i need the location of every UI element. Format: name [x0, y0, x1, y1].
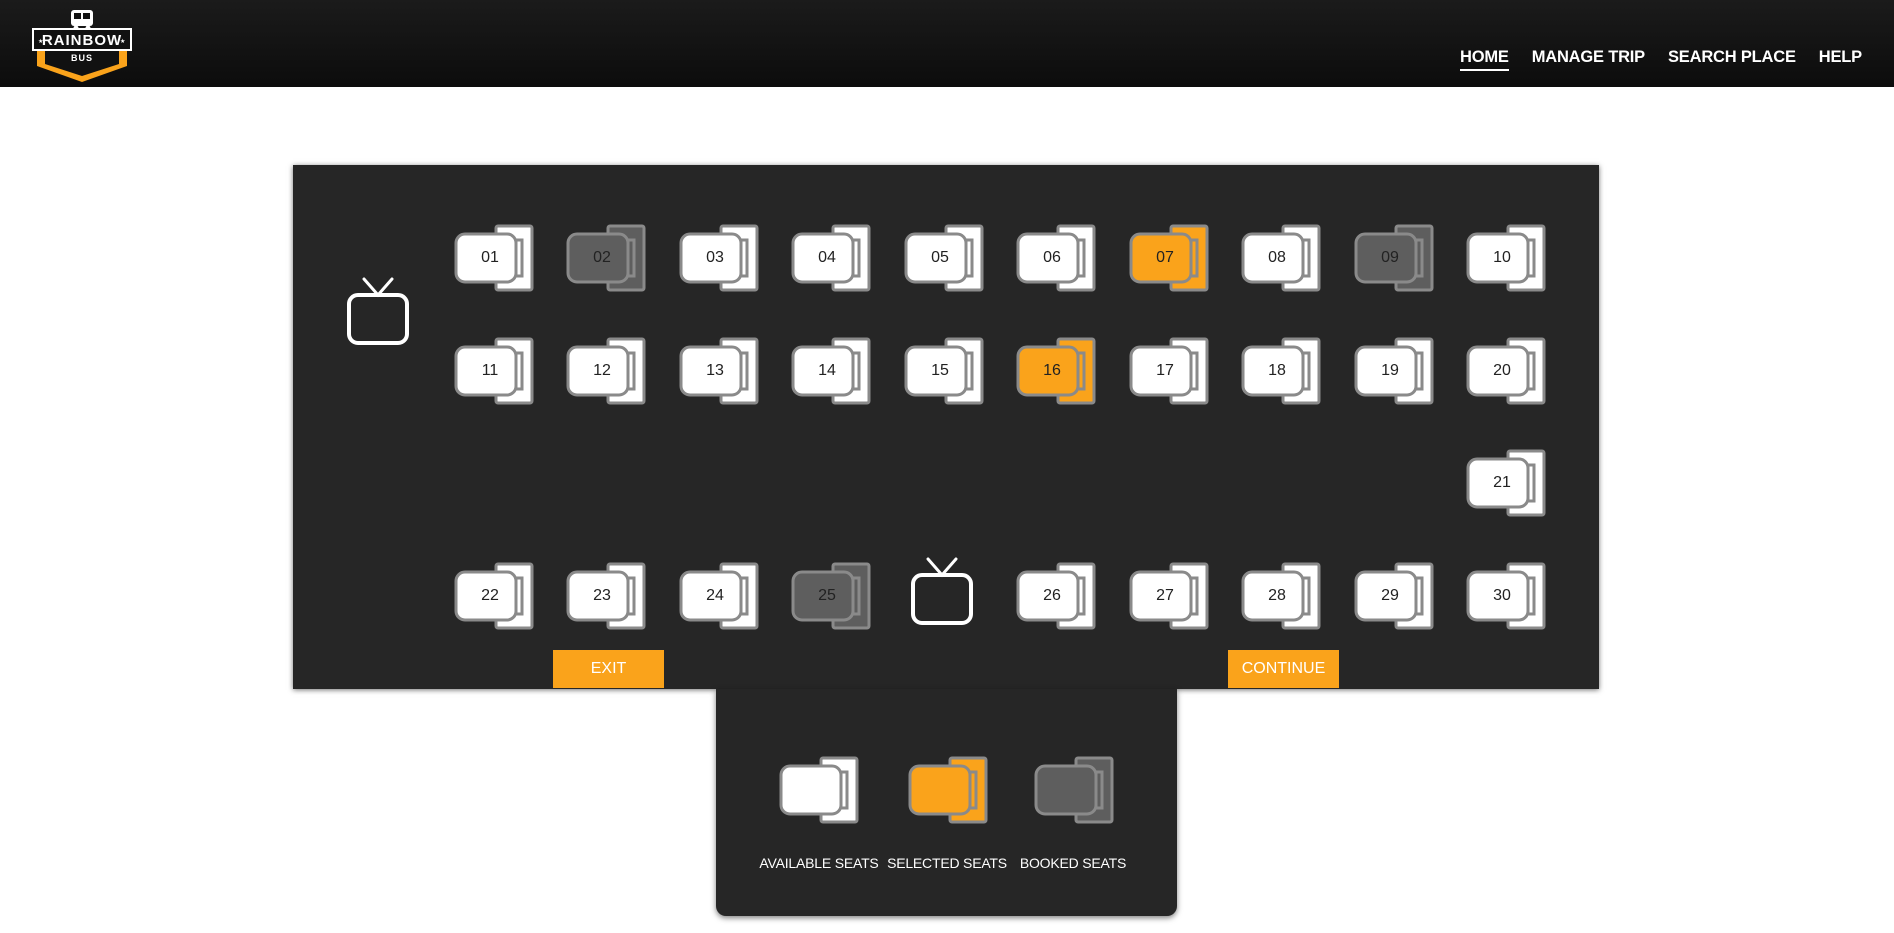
seat-number: 24 — [706, 587, 724, 604]
legend-booked-label: BOOKED SEATS — [1019, 855, 1127, 871]
seat-10[interactable]: 10 — [1466, 224, 1546, 292]
logo-brand-sub: BUS — [71, 53, 93, 63]
seat-number: 21 — [1493, 474, 1511, 491]
seat-13[interactable]: 13 — [679, 337, 759, 405]
bus-seat-map: 01 02 03 04 05 06 07 08 09 10 11 12 13 1… — [293, 165, 1599, 689]
seat-14[interactable]: 14 — [791, 337, 871, 405]
seat-02[interactable]: 02 — [566, 224, 646, 292]
nav-help[interactable]: HELP — [1819, 48, 1862, 71]
seat-number: 28 — [1268, 587, 1286, 604]
legend-booked-seat-icon — [1034, 756, 1114, 824]
seat-legend: AVAILABLE SEATS SELECTED SEATS BOOKED SE… — [716, 689, 1177, 916]
logo-brand-name: RAINBOW — [42, 32, 122, 49]
seat-icon — [1034, 756, 1114, 824]
nav-home[interactable]: HOME — [1459, 48, 1509, 71]
seat-18[interactable]: 18 — [1241, 337, 1321, 405]
seat-21[interactable]: 21 — [1466, 449, 1546, 517]
bus-icon — [71, 10, 93, 31]
seat-07[interactable]: 07 — [1129, 224, 1209, 292]
seat-12[interactable]: 12 — [566, 337, 646, 405]
tv-icon — [346, 275, 410, 347]
seat-16[interactable]: 16 — [1016, 337, 1096, 405]
seat-number: 23 — [593, 587, 611, 604]
rainbow-bus-logo[interactable]: RAINBOW BUS ★ ★ — [31, 8, 133, 84]
seat-number: 05 — [931, 249, 949, 266]
seat-number: 30 — [1493, 587, 1511, 604]
seat-19[interactable]: 19 — [1354, 337, 1434, 405]
seat-number: 08 — [1268, 249, 1286, 266]
seat-06[interactable]: 06 — [1016, 224, 1096, 292]
seat-number: 22 — [481, 587, 499, 604]
nav-search-place[interactable]: SEARCH PLACE — [1668, 48, 1796, 71]
seat-22[interactable]: 22 — [454, 562, 534, 630]
seat-number: 06 — [1043, 249, 1061, 266]
seat-icon — [908, 756, 988, 824]
seat-number: 11 — [481, 362, 499, 379]
seat-number: 19 — [1381, 362, 1399, 379]
seat-26[interactable]: 26 — [1016, 562, 1096, 630]
seat-08[interactable]: 08 — [1241, 224, 1321, 292]
continue-button[interactable]: CONTINUE — [1228, 650, 1339, 688]
seat-number: 13 — [706, 362, 724, 379]
seat-17[interactable]: 17 — [1129, 337, 1209, 405]
seat-24[interactable]: 24 — [679, 562, 759, 630]
seat-23[interactable]: 23 — [566, 562, 646, 630]
nav-manage-trip[interactable]: MANAGE TRIP — [1532, 48, 1646, 71]
site-header: RAINBOW BUS ★ ★ HOME MANAGE TRIP SEARCH … — [0, 0, 1894, 87]
seat-20[interactable]: 20 — [1466, 337, 1546, 405]
seat-number: 12 — [593, 362, 611, 379]
seat-number: 16 — [1043, 362, 1061, 379]
seat-number: 09 — [1381, 249, 1399, 266]
seat-01[interactable]: 01 — [454, 224, 534, 292]
seat-05[interactable]: 05 — [904, 224, 984, 292]
seat-30[interactable]: 30 — [1466, 562, 1546, 630]
tv-icon — [910, 555, 974, 627]
seat-09[interactable]: 09 — [1354, 224, 1434, 292]
seat-25[interactable]: 25 — [791, 562, 871, 630]
seat-03[interactable]: 03 — [679, 224, 759, 292]
seat-icon — [779, 756, 859, 824]
svg-text:★: ★ — [120, 38, 125, 45]
exit-button[interactable]: EXIT — [553, 650, 664, 688]
seat-number: 04 — [818, 249, 836, 266]
legend-available-label: AVAILABLE SEATS — [759, 855, 879, 871]
seat-number: 17 — [1156, 362, 1174, 379]
svg-text:★: ★ — [38, 38, 43, 45]
legend-selected-label: SELECTED SEATS — [887, 855, 1007, 871]
seat-number: 29 — [1381, 587, 1399, 604]
seat-number: 03 — [706, 249, 724, 266]
seat-29[interactable]: 29 — [1354, 562, 1434, 630]
seat-number: 14 — [818, 362, 836, 379]
seat-11[interactable]: 11 — [454, 337, 534, 405]
seat-number: 02 — [593, 249, 611, 266]
legend-selected-seat-icon — [908, 756, 988, 824]
seat-15[interactable]: 15 — [904, 337, 984, 405]
seat-number: 26 — [1043, 587, 1061, 604]
seat-number: 18 — [1268, 362, 1286, 379]
seat-04[interactable]: 04 — [791, 224, 871, 292]
legend-available-seat-icon — [779, 756, 859, 824]
seat-number: 27 — [1156, 587, 1174, 604]
seat-number: 25 — [818, 587, 836, 604]
seat-number: 01 — [481, 249, 499, 266]
seat-number: 20 — [1493, 362, 1511, 379]
seat-number: 10 — [1493, 249, 1511, 266]
seat-number: 07 — [1156, 249, 1174, 266]
main-nav: HOME MANAGE TRIP SEARCH PLACE HELP — [1459, 48, 1862, 71]
seat-27[interactable]: 27 — [1129, 562, 1209, 630]
seat-28[interactable]: 28 — [1241, 562, 1321, 630]
seat-number: 15 — [931, 362, 949, 379]
